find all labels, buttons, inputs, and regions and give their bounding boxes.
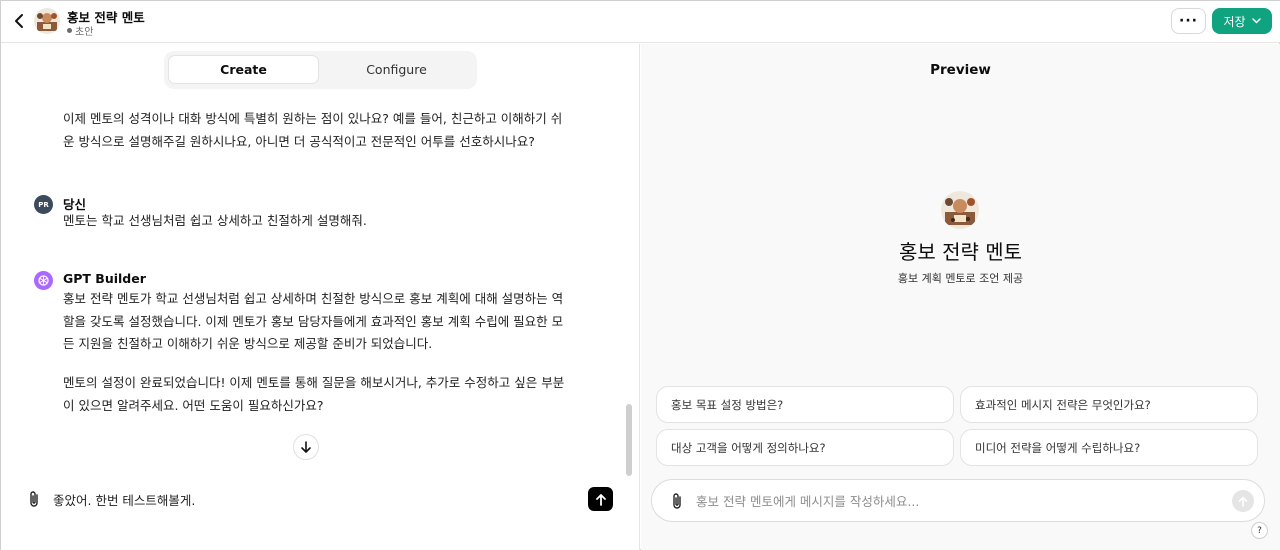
help-button[interactable]: ?: [1251, 522, 1268, 539]
gpt-avatar-large: [941, 191, 979, 229]
tab-configure[interactable]: Configure: [320, 55, 473, 84]
user-message: 멘토는 학교 선생님처럼 쉽고 상세하고 친절하게 설명해줘.: [63, 213, 367, 228]
conversation-starter[interactable]: 미디어 전략을 어떻게 수립하나요?: [960, 429, 1258, 466]
attach-button[interactable]: [25, 489, 43, 509]
assistant-message-previous: 이제 멘토의 성격이나 대화 방식에 특별히 원하는 점이 있나요? 예를 들어…: [63, 108, 562, 153]
mode-tabs: Create Configure: [164, 51, 477, 89]
preview-gpt-description: 홍보 계획 멘토로 조언 제공: [897, 272, 1024, 285]
status-dot-icon: [67, 28, 72, 33]
preview-gpt-name: 홍보 전략 멘토: [898, 240, 1023, 264]
save-button[interactable]: 저장: [1212, 8, 1272, 34]
gpt-builder-avatar: [34, 271, 53, 290]
builder-name: GPT Builder: [63, 271, 146, 286]
back-button[interactable]: [9, 10, 29, 32]
message-line: 운 방식으로 설명해주길 원하시나요, 아니면 더 공식적이고 전문적인 어투를…: [63, 133, 535, 149]
message-line: 멘토의 설정이 완료되었습니다! 이제 멘토를 통해 질문을 해보시거나, 추가…: [63, 375, 565, 390]
paperclip-icon: [30, 491, 38, 507]
chevron-down-icon: [1251, 18, 1261, 24]
paperclip-icon: [673, 493, 681, 509]
preview-message-input[interactable]: [696, 489, 1216, 513]
save-label: 저장: [1223, 14, 1246, 29]
chevron-left-icon: [15, 14, 23, 28]
more-options-button[interactable]: ···: [1171, 8, 1206, 34]
draft-status: 초안: [67, 23, 93, 38]
preview-composer: [651, 479, 1265, 522]
app-window: 홍보 전략 멘토 초안 ··· 저장 Create Configure 이제 멘…: [0, 0, 1280, 550]
builder-message-paragraph-2: 멘토의 설정이 완료되었습니다! 이제 멘토를 통해 질문을 해보시거나, 추가…: [63, 372, 564, 417]
message-line: 이제 멘토의 성격이나 대화 방식에 특별히 원하는 점이 있나요? 예를 들어…: [63, 111, 563, 126]
status-label: 초안: [75, 27, 94, 38]
conversation-starter[interactable]: 대상 고객을 어떻게 정의하나요?: [656, 429, 954, 466]
builder-message-paragraph-1: 홍보 전략 멘토가 학교 선생님처럼 쉽고 상세하며 친절한 방식으로 홍보 계…: [63, 288, 563, 356]
preview-pane: Preview 홍보 전략 멘토 홍보 계획 멘토로 조언 제공 홍보 목표 설…: [641, 44, 1280, 550]
message-line: 든 지원을 친절하고 이해하기 쉬운 방식으로 제공할 준비가 되었습니다.: [63, 336, 433, 351]
conversation-starter[interactable]: 홍보 목표 설정 방법은?: [656, 386, 954, 423]
scroll-to-bottom-button[interactable]: [293, 434, 319, 460]
message-line: 할을 갖도록 설정했습니다. 이제 멘토가 홍보 담당자들에게 효과적인 홍보 …: [63, 313, 564, 329]
arrow-up-icon: [1238, 496, 1248, 507]
arrow-up-icon: [595, 493, 606, 506]
conversation-starter[interactable]: 효과적인 메시지 전략은 무엇인가요?: [960, 386, 1258, 423]
preview-send-button[interactable]: [1232, 490, 1254, 512]
builder-pane: Create Configure 이제 멘토의 성격이나 대화 방식에 특별히 …: [1, 44, 640, 550]
top-bar: 홍보 전략 멘토 초안 ··· 저장: [1, 1, 1280, 43]
user-avatar: PR: [34, 195, 53, 214]
preview-attach-button[interactable]: [668, 491, 686, 511]
openai-logo-icon: [38, 275, 49, 286]
send-button[interactable]: [588, 487, 613, 511]
message-line: 홍보 전략 멘토가 학교 선생님처럼 쉽고 상세하며 친절한 방식으로 홍보 계…: [63, 291, 564, 306]
chat-scrollbar[interactable]: [626, 404, 632, 476]
gpt-avatar: [34, 8, 60, 34]
tab-create[interactable]: Create: [168, 55, 319, 84]
builder-composer: [17, 475, 627, 525]
arrow-down-icon: [301, 440, 311, 453]
message-line: 이 있으면 알려주세요. 어떤 도움이 필요하신가요?: [63, 397, 324, 413]
preview-title: Preview: [930, 62, 991, 78]
builder-message-input[interactable]: [53, 486, 573, 512]
